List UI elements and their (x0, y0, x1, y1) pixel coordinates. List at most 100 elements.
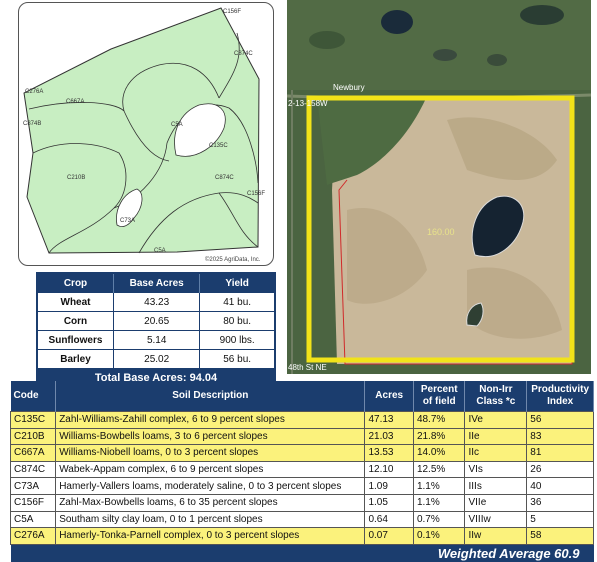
column-header: Non-Irr Class *c (464, 381, 528, 412)
table-row: C667A Williams-Niobell loams, 0 to 3 per… (9, 444, 594, 462)
map-label: C135C (209, 143, 228, 149)
table-row: C135C Zahl-Williams-Zahill complex, 6 to… (9, 411, 594, 429)
map-label: C156F (247, 191, 265, 197)
soil-acres: 21.03 (364, 427, 414, 446)
column-header: Acres (364, 381, 414, 412)
soil-index: 40 (526, 477, 594, 495)
soil-code: C5A (9, 510, 57, 529)
soil-acres: 47.13 (364, 411, 414, 429)
acres-label: 160.00 (427, 227, 455, 237)
soil-acres: 1.05 (364, 493, 414, 512)
soil-code: C156F (9, 493, 57, 512)
soil-class: IIe (464, 427, 528, 446)
column-header: Base Acres (113, 273, 201, 293)
soil-description: Williams-Niobell loams, 0 to 3 percent s… (55, 444, 366, 462)
soil-class: VIIIw (464, 510, 528, 529)
soil-percent: 1.1% (412, 477, 466, 495)
map-label: C874C (215, 175, 234, 181)
crop-table: Crop Base Acres Yield Wheat 43.23 41 bu.… (36, 272, 276, 388)
soil-class: IIw (464, 527, 528, 545)
aerial-image: Newbury 2-13-158W 48th St NE 160.00 (287, 0, 591, 374)
column-header: Yield (199, 273, 276, 293)
soil-class: IIc (464, 444, 528, 462)
soil-map-drawing: C156F C874C C276A C667A C874B C5A C135C … (23, 7, 265, 263)
base-acres: 25.02 (113, 349, 201, 369)
soil-code: C73A (9, 477, 57, 495)
soil-acres: 13.53 (364, 444, 414, 462)
soil-index: 36 (526, 493, 594, 512)
soil-percent: 14.0% (412, 444, 466, 462)
soil-index: 5 (526, 510, 594, 529)
soil-code: C135C (9, 411, 57, 429)
crop-name: Barley (37, 349, 115, 369)
base-acres: 43.23 (113, 292, 201, 312)
soil-class: IIIs (464, 477, 528, 495)
table-row: Barley 25.02 56 bu. (37, 349, 276, 369)
table-row: Corn 20.65 80 bu. (37, 311, 276, 331)
soil-class: VIs (464, 460, 528, 479)
crop-name: Corn (37, 311, 115, 331)
map-label: C874B (23, 121, 41, 127)
column-header: Crop (37, 273, 115, 293)
crop-table-header: Crop Base Acres Yield (37, 273, 276, 293)
map-label: C874C (234, 51, 253, 57)
soil-class: IVe (464, 411, 528, 429)
soil-table-header: Code Soil Description Acres Percent of f… (10, 381, 594, 412)
soil-description: Southam silty clay loam, 0 to 1 percent … (55, 510, 366, 529)
table-row: C73A Hamerly-Vallers loams, moderately s… (9, 477, 594, 495)
crop-name: Wheat (37, 292, 115, 312)
map-label: C5A (154, 248, 166, 254)
soil-description: Zahl-Max-Bowbells loams, 6 to 35 percent… (55, 493, 366, 512)
soil-class: VIIe (464, 493, 528, 512)
soil-percent: 12.5% (412, 460, 466, 479)
soil-table: Code Soil Description Acres Percent of f… (9, 381, 594, 562)
soil-code: C210B (9, 427, 57, 446)
weighted-average: Weighted Average 60.9 (10, 544, 594, 562)
table-row: C276A Hamerly-Tonka-Parnell complex, 0 t… (9, 527, 594, 545)
soil-index: 58 (526, 527, 594, 545)
coordinate-label: 48th St NE (288, 363, 327, 372)
soil-description: Wabek-Appam complex, 6 to 9 percent slop… (55, 460, 366, 479)
pond (487, 54, 507, 66)
column-header: Code (10, 381, 57, 412)
column-header: Percent of field (413, 381, 466, 412)
table-row: C5A Southam silty clay loam, 0 to 1 perc… (9, 510, 594, 529)
soil-description: Williams-Bowbells loams, 3 to 6 percent … (55, 427, 366, 446)
map-label: C210B (67, 175, 85, 181)
road-label: Newbury (333, 83, 365, 92)
base-acres: 20.65 (113, 311, 201, 331)
coordinate-label: 2-13-158W (288, 99, 328, 108)
pond (309, 31, 345, 49)
soil-index: 81 (526, 444, 594, 462)
soil-code: C667A (9, 444, 57, 462)
soil-percent: 48.7% (412, 411, 466, 429)
soil-index: 26 (526, 460, 594, 479)
table-row: C210B Williams-Bowbells loams, 3 to 6 pe… (9, 427, 594, 446)
soil-acres: 1.09 (364, 477, 414, 495)
map-label: C5A (171, 122, 183, 128)
soil-acres: 0.07 (364, 527, 414, 545)
pond (381, 10, 413, 34)
weighted-average-row: Weighted Average 60.9 (10, 544, 594, 562)
aerial-drawing: Newbury 2-13-158W 48th St NE 160.00 (287, 0, 591, 374)
copyright-text: ©2025 AgriData, Inc. (205, 256, 261, 263)
column-header: Productivity Index (526, 381, 594, 412)
yield: 56 bu. (199, 349, 276, 369)
yield: 80 bu. (199, 311, 276, 331)
column-header: Soil Description (55, 381, 366, 412)
field-polygon (23, 7, 260, 254)
soil-percent: 0.1% (412, 527, 466, 545)
yield: 41 bu. (199, 292, 276, 312)
soil-map: C156F C874C C276A C667A C874B C5A C135C … (18, 2, 274, 266)
soil-acres: 0.64 (364, 510, 414, 529)
map-label: C667A (66, 99, 84, 105)
yield: 900 lbs. (199, 330, 276, 350)
soil-description: Hamerly-Tonka-Parnell complex, 0 to 3 pe… (55, 527, 366, 545)
table-row: C874C Wabek-Appam complex, 6 to 9 percen… (9, 460, 594, 479)
soil-index: 83 (526, 427, 594, 446)
map-label: C156F (223, 9, 241, 15)
base-acres: 5.14 (113, 330, 201, 350)
soil-index: 56 (526, 411, 594, 429)
map-label: C73A (120, 218, 135, 224)
soil-description: Hamerly-Vallers loams, moderately saline… (55, 477, 366, 495)
